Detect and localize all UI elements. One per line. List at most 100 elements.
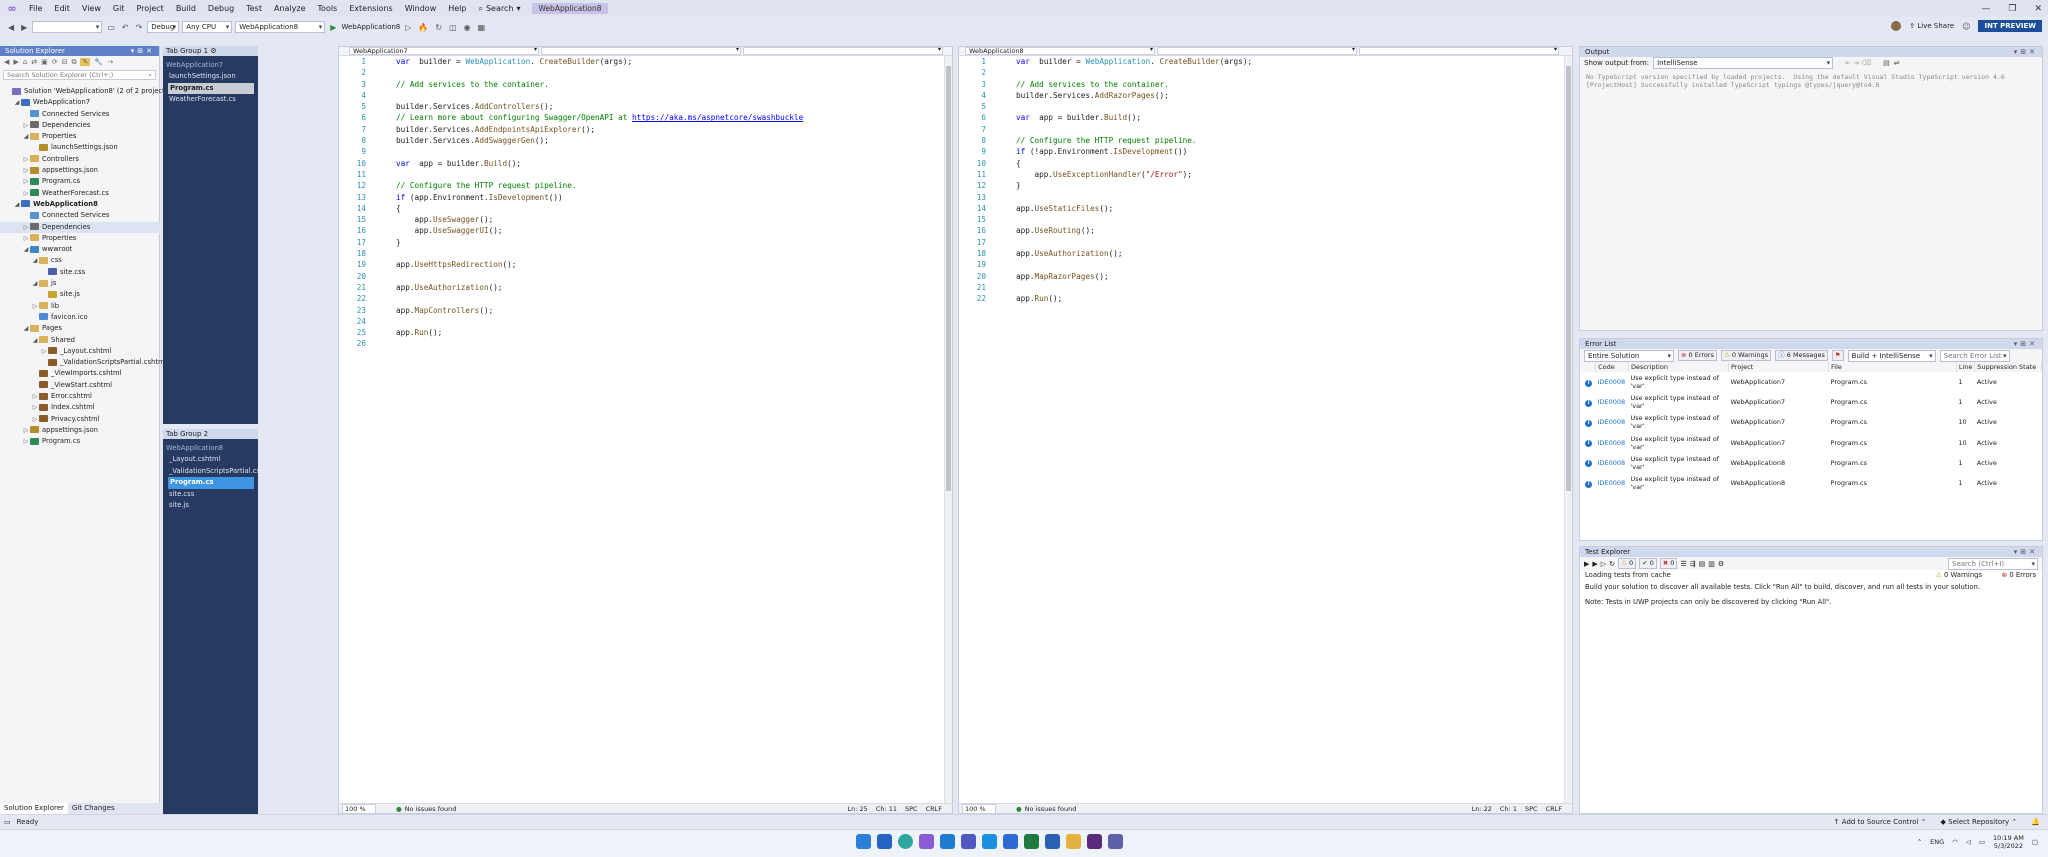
playlist-icon[interactable]: ☰	[1680, 560, 1686, 568]
collapsed-arrow-icon[interactable]: ▷	[22, 436, 30, 447]
config-dropdown[interactable]: Debug	[147, 21, 180, 33]
zoom-dropdown[interactable]: 100 %	[962, 803, 996, 814]
refresh-icon[interactable]: ↻	[433, 23, 444, 32]
add-source-control-button[interactable]: ↑ Add to Source Control ⌃	[1834, 818, 1927, 826]
expanded-arrow-icon[interactable]: ◢	[31, 278, 39, 289]
terminal-icon[interactable]	[1087, 834, 1102, 849]
tree-item[interactable]: _ViewImports.cshtml	[0, 368, 160, 379]
issues-status[interactable]: No issues found	[405, 804, 457, 814]
redo-icon[interactable]: ↷	[134, 23, 145, 32]
run-all-icon[interactable]: ▶	[1584, 560, 1589, 568]
tree-item[interactable]: ◢ Properties	[0, 131, 160, 142]
code-line[interactable]: 11 app.UseExceptionHandler("/Error");	[959, 169, 1192, 180]
code-line[interactable]: 14 app.UseStaticFiles();	[959, 203, 1113, 214]
error-search-input[interactable]: Search Error List	[1939, 349, 2010, 362]
code-line[interactable]: 11	[339, 169, 368, 180]
tab-git-changes[interactable]: Git Changes	[68, 803, 119, 814]
total-tests-chip[interactable]: ⚠ 0	[1618, 558, 1637, 569]
volume-icon[interactable]: ◁	[1966, 838, 1971, 846]
collapsed-arrow-icon[interactable]: ▷	[22, 176, 30, 187]
collapse-all-icon[interactable]: ⊟	[62, 58, 68, 66]
code-line[interactable]: 13 if (app.Environment.IsDevelopment())	[339, 192, 563, 203]
startup-project-dropdown[interactable]: WebApplication8	[235, 21, 326, 33]
code-line[interactable]: 18 app.UseAuthorization();	[959, 248, 1123, 259]
warnings-filter[interactable]: ⚠ 0 Warnings	[1720, 350, 1772, 361]
close-button[interactable]: ✕	[2034, 4, 2042, 14]
outlook-icon[interactable]	[877, 834, 892, 849]
code-line[interactable]: 3 // Add services to the container.	[339, 79, 548, 90]
int-preview-badge[interactable]: INT PREVIEW	[1978, 20, 2042, 32]
live-share-button[interactable]: ⇪ Live Share	[1909, 22, 1954, 30]
tree-item[interactable]: ◢ Shared	[0, 335, 160, 346]
home-icon[interactable]: ⌂	[23, 58, 27, 66]
tab-solution-explorer[interactable]: Solution Explorer	[0, 803, 68, 814]
cell-code[interactable]: IDE0008	[1596, 372, 1629, 392]
collapsed-arrow-icon[interactable]: ▷	[22, 154, 30, 165]
file-explorer-icon[interactable]	[1066, 834, 1081, 849]
issues-status[interactable]: No issues found	[1025, 804, 1077, 814]
editor-1-member-dropdown[interactable]	[743, 47, 943, 55]
menu-item-git[interactable]: Git	[107, 4, 131, 13]
collapsed-arrow-icon[interactable]: ▷	[22, 165, 30, 176]
column-header[interactable]: Code	[1595, 362, 1629, 372]
play-icon[interactable]: ▶	[328, 23, 338, 32]
code-line[interactable]: 8 builder.Services.AddSwaggerGen();	[339, 135, 548, 146]
filter-icon[interactable]: ✎	[80, 58, 91, 66]
preview-icon[interactable]: ⇢	[107, 58, 113, 66]
pending-changes-icon[interactable]: ▣	[41, 58, 48, 66]
collapsed-arrow-icon[interactable]: ▷	[31, 402, 39, 413]
settings-icon[interactable]: ⚙	[210, 47, 216, 55]
column-header[interactable]: Line	[1956, 362, 1976, 372]
menu-item-build[interactable]: Build	[170, 4, 202, 13]
expanded-arrow-icon[interactable]: ◢	[22, 131, 30, 142]
search-button[interactable]: ⌕ Search ▾	[472, 4, 526, 14]
tree-item[interactable]: ▷ Program.cs	[0, 176, 160, 187]
language-indicator[interactable]: ENG	[1930, 838, 1944, 846]
word-icon[interactable]	[1045, 834, 1060, 849]
code-line[interactable]: 6 // Learn more about configuring Swagger…	[339, 112, 803, 123]
expanded-arrow-icon[interactable]: ◢	[13, 97, 21, 108]
code-line[interactable]: 16 app.UseRouting();	[959, 225, 1095, 236]
code-line[interactable]: 21	[959, 282, 988, 293]
tree-item[interactable]: ▷ Dependencies	[0, 221, 160, 233]
tree-item[interactable]: favicon.ico	[0, 312, 160, 323]
error-row[interactable]: i IDE0008 Use explicit type instead of 'va…	[1580, 372, 2042, 392]
code-line[interactable]: 10 var app = builder.Build();	[339, 158, 521, 169]
forward-icon[interactable]: ▶	[13, 58, 18, 66]
cell-code[interactable]: IDE0008	[1596, 392, 1629, 412]
solution-explorer-search-input[interactable]: Search Solution Explorer (Ctrl+;) ⌕	[3, 70, 156, 80]
collapsed-arrow-icon[interactable]: ▷	[22, 120, 30, 131]
tree-item[interactable]: ▷ Properties	[0, 233, 160, 244]
code-line[interactable]: 5	[959, 101, 988, 112]
code-line[interactable]: 26	[339, 338, 368, 349]
wifi-icon[interactable]: ◠	[1952, 838, 1958, 846]
code-line[interactable]: 9 if (!app.Environment.IsDevelopment())	[959, 146, 1187, 157]
code-line[interactable]: 17	[959, 237, 988, 248]
browser-icon[interactable]: ◫	[447, 23, 459, 32]
panel-controls[interactable]: ▾⊞✕	[2014, 47, 2038, 57]
code-line[interactable]: 22 app.Run();	[959, 293, 1063, 304]
cell-code[interactable]: IDE0008	[1596, 473, 1629, 493]
menu-item-view[interactable]: View	[76, 4, 107, 13]
tree-item[interactable]: Connected Services	[0, 109, 160, 120]
tree-item[interactable]: ◢ Pages	[0, 323, 160, 334]
platform-dropdown[interactable]: Any CPU	[182, 21, 233, 33]
tree-item[interactable]: ▷ Index.cshtml	[0, 402, 160, 413]
tree-item[interactable]: ▷ Dependencies	[0, 120, 160, 131]
battery-icon[interactable]: ▭	[1979, 838, 1985, 846]
tree-item[interactable]: ◢ css	[0, 255, 160, 266]
expanded-arrow-icon[interactable]: ◢	[31, 255, 39, 266]
scrollbar-thumb[interactable]	[946, 66, 951, 491]
code-line[interactable]: 15	[959, 214, 988, 225]
code-line[interactable]: 15 app.UseSwagger();	[339, 214, 493, 225]
cell-code[interactable]: IDE0008	[1596, 453, 1629, 473]
tree-item[interactable]: ▷ Error.cshtml	[0, 391, 160, 402]
editor-1-scrollbar[interactable]	[944, 56, 952, 803]
code-line[interactable]: 1 var builder = WebApplication. CreateBui…	[959, 56, 1252, 67]
tab-layout-cshtml[interactable]: _Layout.cshtml	[163, 454, 258, 465]
vscode-icon[interactable]	[940, 834, 955, 849]
menu-item-file[interactable]: File	[23, 4, 48, 13]
whitespace-mode[interactable]: SPC	[905, 804, 918, 814]
edge-icon[interactable]	[898, 834, 913, 849]
menu-item-edit[interactable]: Edit	[48, 4, 76, 13]
